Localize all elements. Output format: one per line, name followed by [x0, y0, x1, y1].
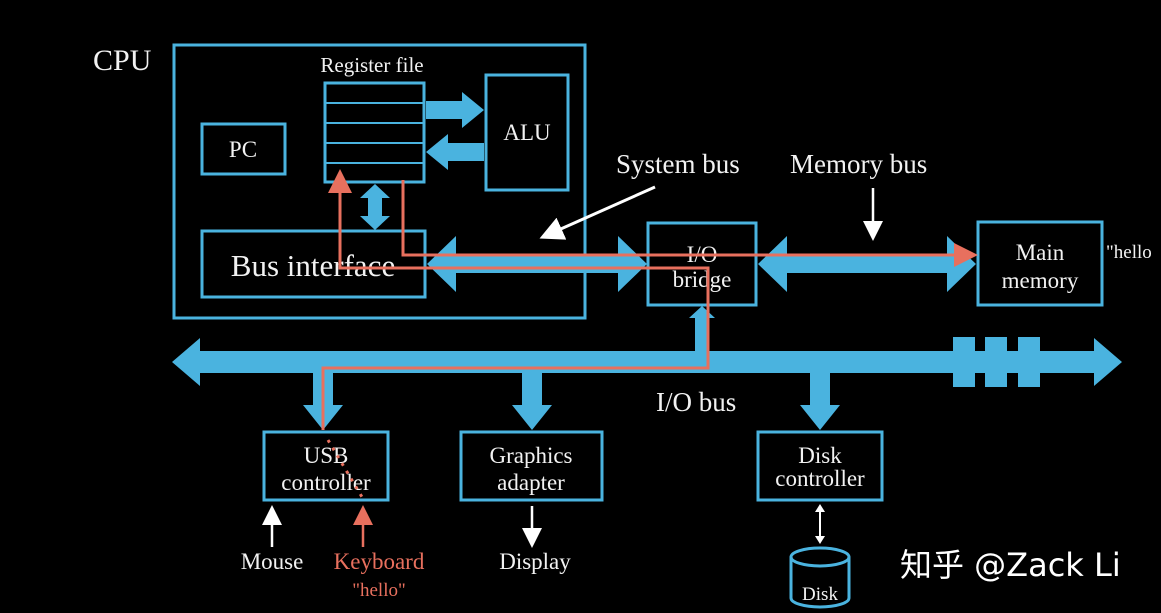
alu-to-reg-arrow — [426, 134, 484, 170]
mouse-label: Mouse — [241, 549, 304, 574]
diagram-canvas: CPU Register file ALU PC Bus interface S… — [93, 43, 1152, 609]
io-bus-slot-1 — [953, 337, 975, 387]
usb-label-2: controller — [281, 470, 371, 495]
hardware-organization-diagram: CPU Register file ALU PC Bus interface S… — [0, 0, 1161, 613]
main-memory-label-2: memory — [1002, 268, 1079, 293]
disk-ctrl-label-1: Disk — [798, 443, 842, 468]
cpu-label: CPU — [93, 44, 152, 77]
graphics-label-1: Graphics — [489, 443, 572, 468]
io-bus-to-disk-arrow — [800, 373, 840, 430]
system-bus-label: System bus — [616, 149, 740, 179]
reg-bus-interface-arrow — [360, 184, 390, 230]
graphics-label-2: adapter — [497, 470, 565, 495]
disk-label: Disk — [802, 584, 838, 605]
system-bus-pointer — [539, 185, 656, 240]
bus-interface-label: Bus interface — [231, 248, 395, 283]
display-label: Display — [499, 549, 571, 574]
memory-content-label: "hello — [1106, 242, 1152, 263]
memory-bus-arrow — [758, 236, 976, 292]
alu-label: ALU — [503, 120, 551, 145]
io-bus-slot-2 — [985, 337, 1007, 387]
io-bus-label: I/O bus — [656, 387, 736, 417]
io-bus-to-graphics-arrow — [512, 373, 552, 430]
disk-double-arrow — [815, 504, 825, 544]
pc-label: PC — [229, 137, 257, 162]
register-file — [323, 81, 426, 184]
main-memory-label-1: Main — [1016, 240, 1065, 265]
watermark: 知乎 @Zack Li — [900, 546, 1121, 584]
disk-ctrl-label-2: controller — [775, 466, 865, 491]
io-bus-slot-3 — [1018, 337, 1040, 387]
keyboard-input-label: "hello" — [352, 580, 406, 601]
bridge-to-io-bus-arrow — [689, 306, 715, 352]
system-bus-arrow — [427, 236, 647, 292]
memory-bus-label: Memory bus — [790, 149, 927, 179]
io-bridge-label-2: bridge — [673, 267, 732, 292]
keyboard-label: Keyboard — [334, 549, 425, 574]
register-file-label: Register file — [320, 53, 423, 77]
reg-to-alu-arrow — [426, 92, 484, 128]
